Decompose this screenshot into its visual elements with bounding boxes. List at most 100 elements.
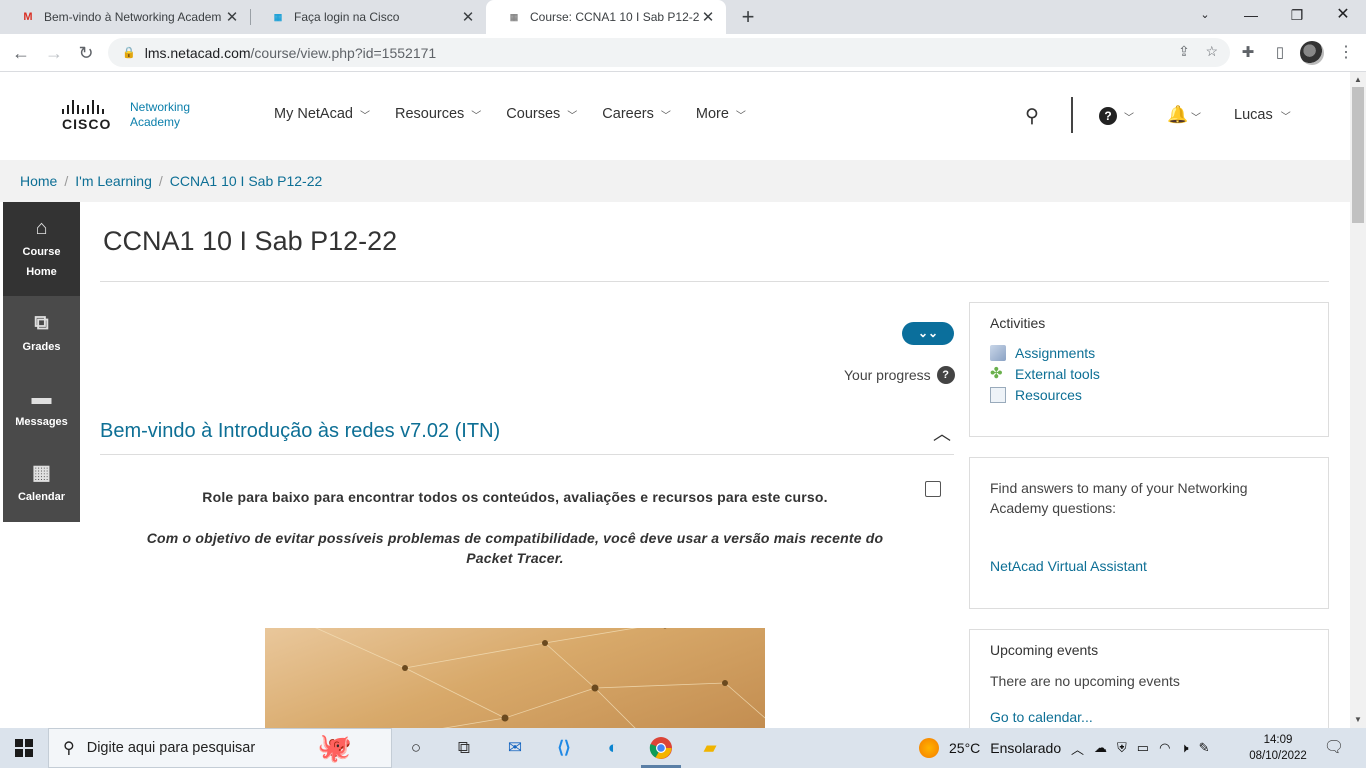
browser-tab-1[interactable]: M Bem-vindo à Networking Academ ✕: [0, 0, 250, 34]
sidenav-label: Course: [22, 246, 61, 258]
share-and-bookmark-icons[interactable]: ⇪ ☆: [1178, 43, 1218, 60]
scrollbar-thumb[interactable]: [1352, 87, 1364, 223]
profile-avatar-icon[interactable]: [1300, 41, 1324, 65]
close-window-button[interactable]: ✕: [1320, 0, 1366, 34]
browser-tab-strip: M Bem-vindo à Networking Academ ✕ ▦ Faça…: [0, 0, 1366, 34]
networking-academy-logo[interactable]: CISCO Networking Academy: [62, 100, 190, 134]
nav-courses[interactable]: Courses ﹀: [506, 106, 577, 122]
address-bar[interactable]: 🔒 lms.netacad.com/course/view.php?id=155…: [108, 38, 1230, 67]
intro-text: Role para baixo para encontrar todos os …: [202, 489, 828, 505]
edge-icon[interactable]: ◐: [600, 736, 626, 760]
faq-block: Find answers to many of your Networking …: [969, 457, 1329, 609]
section-title[interactable]: Bem-vindo à Introdução às redes v7.02 (I…: [100, 420, 500, 443]
file-explorer-icon[interactable]: ▰: [697, 736, 723, 760]
search-icon[interactable]: ⚲: [1025, 105, 1039, 128]
bell-icon[interactable]: 🔔: [1167, 105, 1188, 125]
breadcrumb-separator: /: [158, 173, 163, 189]
activity-assignments[interactable]: Assignments: [990, 342, 1308, 363]
sidenav-label: Grades: [22, 340, 61, 353]
nav-label: Courses: [506, 106, 561, 122]
block-heading: Upcoming events: [990, 642, 1099, 658]
help-icon[interactable]: ?: [1099, 107, 1117, 125]
vscode-icon[interactable]: ⟨⟩: [551, 736, 577, 760]
cisco-icon: ▦: [273, 11, 283, 22]
sun-icon: [919, 738, 939, 758]
system-clock[interactable]: 14:09 08/10/2022: [1246, 732, 1310, 764]
taskbar-search[interactable]: ⚲ Digite aqui para pesquisar 🐙: [48, 728, 392, 768]
browser-tab-3-active[interactable]: ▦ Course: CCNA1 10 I Sab P12-22 ✕: [486, 0, 726, 34]
virtual-assistant-link[interactable]: NetAcad Virtual Assistant: [990, 558, 1308, 574]
breadcrumb-course[interactable]: CCNA1 10 I Sab P12-22: [170, 173, 323, 189]
weather-text: Ensolarado: [990, 740, 1062, 756]
sidenav-course-home[interactable]: ⌂ Course Home: [3, 202, 80, 296]
reload-button[interactable]: ↻: [73, 40, 99, 66]
no-events-text: There are no upcoming events: [990, 673, 1180, 689]
sidenav-label: Messages: [15, 415, 68, 428]
security-icon[interactable]: ⛨: [1117, 740, 1127, 756]
breadcrumb: Home / I'm Learning / CCNA1 10 I Sab P12…: [0, 160, 1350, 202]
go-to-calendar-link[interactable]: Go to calendar...: [990, 709, 1308, 725]
chevron-down-icon[interactable]: ﹀: [1124, 109, 1134, 124]
scroll-up-icon[interactable]: ▲: [1350, 75, 1366, 84]
tab-search-button[interactable]: ⌄: [1182, 0, 1228, 34]
tab-title: Bem-vindo à Networking Academ: [44, 10, 222, 24]
restore-button[interactable]: ❐: [1274, 0, 1320, 34]
task-view-icon[interactable]: ⧉: [451, 736, 477, 760]
nav-more[interactable]: More ﹀: [696, 106, 746, 122]
course-sidenav: ⌂ Course Home ⧉ Grades ▬ Messages ▦ Cale…: [3, 202, 80, 522]
notifications-icon[interactable]: 🗨: [1321, 736, 1347, 760]
sidenav-grades[interactable]: ⧉ Grades: [3, 296, 80, 371]
side-panel-icon[interactable]: ▯: [1268, 41, 1292, 65]
activity-external-tools[interactable]: ✤ External tools: [990, 363, 1308, 384]
chevron-down-icon: ﹀: [660, 110, 671, 122]
user-menu[interactable]: Lucas ﹀: [1234, 107, 1291, 123]
close-tab-icon[interactable]: ✕: [700, 8, 716, 26]
cortana-icon[interactable]: ○: [403, 736, 429, 760]
breadcrumb-im-learning[interactable]: I'm Learning: [75, 173, 152, 189]
progress-label: Your progress: [844, 367, 931, 383]
volume-mute-icon[interactable]: 🕨: [1180, 740, 1188, 756]
chrome-icon[interactable]: [648, 736, 674, 760]
back-button[interactable]: ←: [8, 40, 34, 66]
windows-taskbar: ⚲ Digite aqui para pesquisar 🐙 ○ ⧉ ✉ ⟨⟩ …: [0, 728, 1366, 768]
completion-checkbox[interactable]: [925, 481, 941, 497]
close-tab-icon[interactable]: ✕: [224, 8, 240, 26]
mail-icon[interactable]: ✉: [502, 736, 528, 760]
wifi-icon[interactable]: ◠: [1159, 740, 1170, 756]
puzzle-icon: ✤: [990, 364, 1003, 382]
onedrive-icon[interactable]: ☁: [1094, 740, 1107, 756]
battery-icon[interactable]: ▭: [1137, 740, 1149, 756]
windows-start-icon[interactable]: [15, 739, 33, 757]
close-tab-icon[interactable]: ✕: [460, 8, 476, 26]
page-scrollbar[interactable]: ▲ ▼: [1350, 72, 1366, 728]
weather-widget[interactable]: 25°C Ensolarado: [919, 728, 1061, 768]
forward-button[interactable]: →: [41, 40, 67, 66]
help-icon[interactable]: ?: [936, 366, 955, 384]
nav-resources[interactable]: Resources ﹀: [395, 106, 481, 122]
expand-all-button[interactable]: ⌄⌄: [902, 322, 954, 345]
chevron-up-icon[interactable]: ︿: [1071, 739, 1084, 758]
sidenav-calendar[interactable]: ▦ Calendar: [3, 446, 80, 521]
chevron-down-icon[interactable]: ﹀: [1191, 109, 1201, 124]
tab-title: Course: CCNA1 10 I Sab P12-22: [530, 10, 700, 24]
chevron-up-icon[interactable]: ︿: [933, 420, 951, 446]
sidenav-messages[interactable]: ▬ Messages: [3, 371, 80, 446]
extensions-icon[interactable]: ✚: [1236, 41, 1260, 65]
search-icon: ⚲: [63, 740, 75, 757]
breadcrumb-home[interactable]: Home: [20, 173, 57, 189]
browser-tab-2[interactable]: ▦ Faça login na Cisco ✕: [250, 0, 486, 34]
nav-careers[interactable]: Careers ﹀: [602, 106, 671, 122]
chrome-menu-icon[interactable]: ⋮: [1334, 41, 1358, 65]
minimize-button[interactable]: —: [1228, 0, 1274, 34]
nav-my-netacad[interactable]: My NetAcad ﹀: [274, 106, 370, 122]
pen-icon[interactable]: ✎: [1199, 740, 1210, 756]
cisco-wordmark: CISCO: [62, 116, 112, 132]
nav-label: Resources: [394, 106, 465, 122]
scroll-down-icon[interactable]: ▼: [1350, 715, 1366, 724]
grades-icon: ⧉: [34, 311, 49, 334]
chevron-down-icon: ﹀: [567, 110, 578, 122]
new-tab-button[interactable]: +: [737, 4, 759, 30]
calendar-icon: ▦: [32, 461, 51, 484]
faq-text: Find answers to many of your Networking …: [990, 480, 1248, 516]
activity-resources[interactable]: Resources: [990, 384, 1308, 405]
